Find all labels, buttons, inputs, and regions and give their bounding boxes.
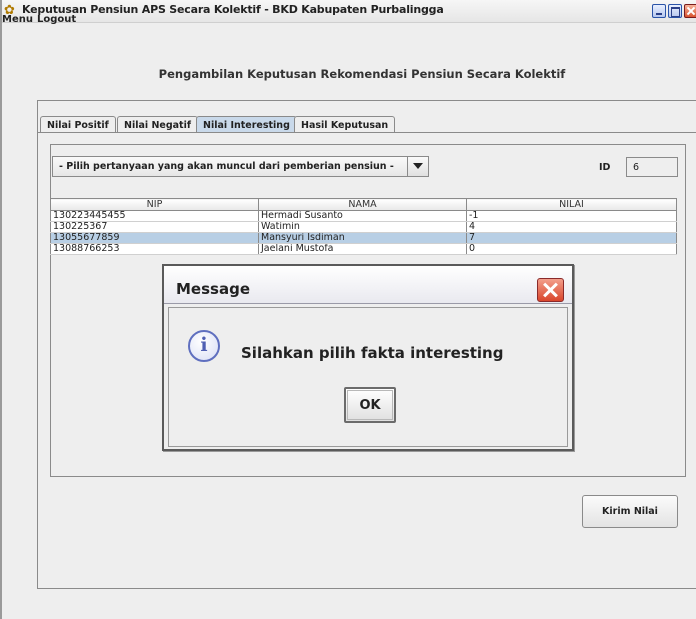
table-row[interactable]: 130225367 Watimin 4	[50, 221, 677, 233]
tab-hasil-keputusan[interactable]: Hasil Keputusan	[294, 116, 396, 133]
tab-nilai-positif[interactable]: Nilai Positif	[40, 116, 116, 133]
kirim-nilai-button[interactable]: Kirim Nilai	[582, 495, 678, 528]
column-header-nama[interactable]: NAMA	[258, 198, 467, 211]
dialog-title: Message	[176, 280, 250, 298]
question-select-value: - Pilih pertanyaan yang akan muncul dari…	[59, 161, 394, 172]
id-field[interactable]: 6	[626, 157, 678, 177]
question-select[interactable]: - Pilih pertanyaan yang akan muncul dari…	[52, 156, 429, 177]
menu-menu[interactable]: Menu	[2, 14, 33, 25]
id-label: ID	[599, 162, 611, 173]
cell-nama: Mansyuri Isdiman	[258, 232, 467, 244]
app-window: ✿ Keputusan Pensiun APS Secara Kolektif …	[0, 0, 696, 619]
cell-nip: 130225367	[50, 221, 259, 233]
info-icon: i	[188, 330, 220, 362]
chevron-down-icon[interactable]	[407, 157, 428, 176]
tab-nilai-negatif[interactable]: Nilai Negatif	[117, 116, 198, 133]
cell-nip: 13055677859	[50, 232, 259, 244]
column-header-nilai[interactable]: NILAI	[466, 198, 677, 211]
column-header-nip[interactable]: NIP	[50, 198, 259, 211]
menu-logout[interactable]: Logout	[37, 14, 76, 25]
table-row[interactable]: 130223445455 Hermadi Susanto -1	[50, 210, 677, 222]
cell-nip: 13088766253	[50, 243, 259, 255]
menu-bar: Menu Logout	[2, 13, 696, 28]
dialog-title-bar[interactable]: Message	[164, 266, 572, 304]
cell-nama: Jaelani Mustofa	[258, 243, 467, 255]
cell-nilai: -1	[466, 210, 677, 222]
message-dialog: Message i Silahkan pilih fakta interesti…	[162, 264, 574, 451]
page-heading: Pengambilan Keputusan Rekomendasi Pensiu…	[158, 67, 566, 81]
dialog-close-icon[interactable]	[537, 278, 564, 302]
cell-nilai: 4	[466, 221, 677, 233]
cell-nilai: 0	[466, 243, 677, 255]
table-row-selected[interactable]: 13055677859 Mansyuri Isdiman 7	[50, 232, 677, 244]
tab-nilai-interesting[interactable]: Nilai Interesting	[196, 116, 297, 133]
dialog-body: i Silahkan pilih fakta interesting OK	[168, 307, 568, 447]
table-row[interactable]: 13088766253 Jaelani Mustofa 0	[50, 243, 677, 255]
ok-button[interactable]: OK	[344, 387, 396, 423]
cell-nilai: 7	[466, 232, 677, 244]
nilai-table: NIP NAMA NILAI 130223445455 Hermadi Susa…	[50, 198, 677, 255]
dialog-message: Silahkan pilih fakta interesting	[241, 344, 504, 362]
cell-nip: 130223445455	[50, 210, 259, 222]
cell-nama: Watimin	[258, 221, 467, 233]
cell-nama: Hermadi Susanto	[258, 210, 467, 222]
